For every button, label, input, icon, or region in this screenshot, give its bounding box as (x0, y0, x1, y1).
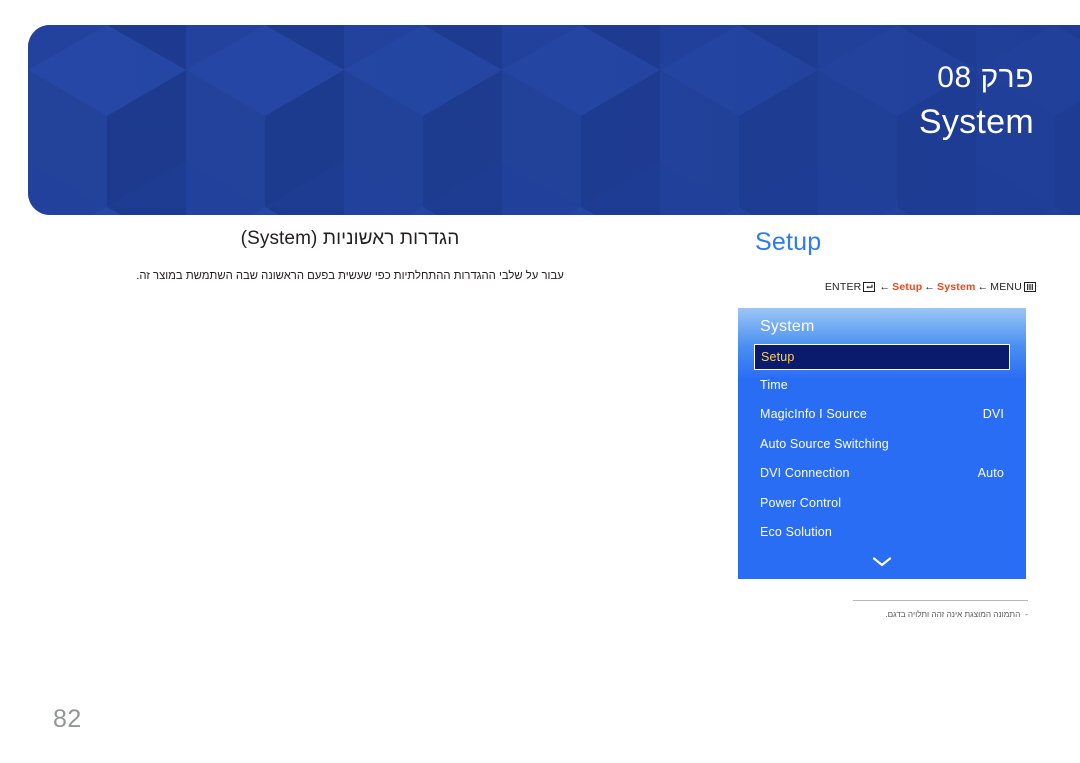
breadcrumb-arrow-3: ← (977, 281, 989, 293)
osd-item-time[interactable]: Time (738, 370, 1026, 400)
chapter-label: פרק 08 (937, 61, 1034, 94)
osd-item-power-control[interactable]: Power Control (738, 488, 1026, 518)
osd-breadcrumb: ENTER ← Setup ← System ← MENU (700, 281, 1040, 295)
footnote-text: התמונה המוצגת אינה זהה ותלויה בדגם. (885, 610, 1021, 619)
breadcrumb-item-system: System (937, 281, 976, 293)
osd-item-setup[interactable]: Setup (754, 344, 1010, 370)
enter-key-icon (863, 282, 876, 295)
osd-item-value: Auto (977, 466, 1004, 481)
footnote-row: - התמונה המוצגת אינה זהה ותלויה בדגם. (853, 609, 1028, 620)
banner-text-block: פרק 08 System (918, 61, 1034, 141)
osd-item-label: Eco Solution (760, 525, 832, 540)
osd-menu-panel: System Setup Time MagicInfo I Source DVI… (738, 308, 1026, 579)
osd-item-label: Time (760, 377, 788, 392)
osd-item-auto-source-switching[interactable]: Auto Source Switching (738, 429, 1026, 459)
section-body-text: עבור על שלבי ההגדרות ההתחלתיות כפי שעשית… (136, 270, 564, 282)
footnote-divider (853, 600, 1028, 601)
menu-grid-icon (1024, 282, 1036, 295)
osd-item-label: MagicInfo I Source (760, 407, 867, 422)
breadcrumb-menu-label: MENU (990, 281, 1022, 293)
osd-menu-list: Setup Time MagicInfo I Source DVI Auto S… (738, 344, 1026, 547)
osd-item-label: Power Control (760, 495, 842, 510)
footnote-dash: - (1025, 610, 1028, 619)
page-number: 82 (53, 705, 82, 733)
osd-item-label: Auto Source Switching (760, 436, 889, 451)
chapter-banner: פרק 08 System (28, 25, 1080, 215)
osd-panel-title: System (760, 318, 815, 335)
chapter-title: System (918, 103, 1034, 141)
right-content-column: Setup ENTER ← Setup ← System ← MENU (700, 228, 1040, 312)
osd-item-label: DVI Connection (760, 466, 850, 481)
breadcrumb-arrow-2: ← (924, 281, 936, 293)
breadcrumb-arrow-1: ← (879, 281, 891, 293)
osd-item-magicinfo-i-source[interactable]: MagicInfo I Source DVI (738, 400, 1026, 430)
setup-heading: Setup (755, 228, 822, 256)
breadcrumb-enter-label: ENTER (824, 281, 862, 293)
osd-item-label: Setup (761, 350, 795, 364)
osd-item-eco-solution[interactable]: Eco Solution (738, 518, 1026, 548)
section-title: הגדרות ראשוניות (System) (240, 228, 460, 249)
chevron-down-icon[interactable] (738, 555, 1026, 573)
osd-item-value: DVI (982, 407, 1004, 422)
breadcrumb-item-setup: Setup (892, 281, 923, 293)
left-content-column: הגדרות ראשוניות (System) עבור על שלבי הה… (40, 228, 660, 286)
footnote-block: - התמונה המוצגת אינה זהה ותלויה בדגם. (853, 600, 1028, 620)
osd-item-dvi-connection[interactable]: DVI Connection Auto (738, 459, 1026, 489)
